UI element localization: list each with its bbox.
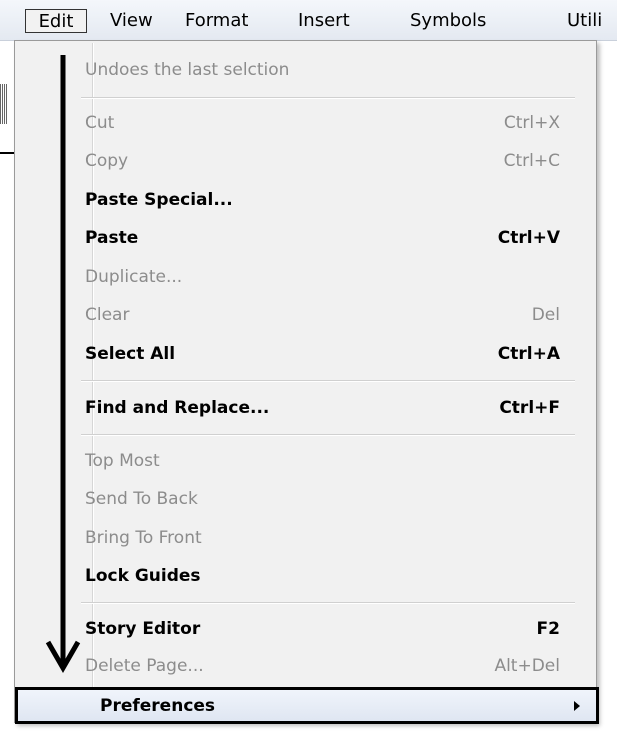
menu-item-label: Bring To Front [85, 528, 202, 548]
menu-utilities[interactable]: Utili [567, 11, 602, 31]
menu-item-bring-to-front[interactable]: Bring To Front [81, 520, 578, 556]
menu-item-label: Send To Back [85, 489, 198, 509]
menu-item-shortcut: Ctrl+C [503, 151, 560, 171]
menu-item-paste[interactable]: Paste Ctrl+V [81, 220, 578, 256]
menu-format[interactable]: Format [185, 11, 248, 31]
menu-item-shortcut: Ctrl+F [499, 398, 560, 418]
menu-item-send-to-back[interactable]: Send To Back [81, 481, 578, 517]
menu-separator [81, 380, 575, 382]
menu-item-select-all[interactable]: Select All Ctrl+A [81, 336, 578, 372]
menu-item-shortcut: Ctrl+X [503, 113, 560, 133]
menu-item-delete-page[interactable]: Delete Page... Alt+Del [81, 648, 578, 684]
menu-item-label: Delete Page... [85, 656, 204, 676]
menu-separator [81, 602, 575, 604]
menu-item-label: Copy [85, 151, 129, 171]
document-ruler [0, 84, 8, 124]
menu-bar: Edit View Format Insert Symbols Utili [0, 0, 617, 41]
menu-item-label: Story Editor [85, 619, 201, 639]
menu-view[interactable]: View [110, 11, 153, 31]
menu-symbols[interactable]: Symbols [410, 11, 486, 31]
menu-item-copy[interactable]: Copy Ctrl+C [81, 143, 578, 179]
menu-item-shortcut: Ctrl+A [497, 344, 560, 364]
menu-item-undo[interactable]: Undoes the last selction [81, 52, 578, 88]
menu-item-label: Paste Special... [85, 190, 233, 210]
menu-item-duplicate[interactable]: Duplicate... [81, 259, 578, 295]
menu-item-label: Lock Guides [85, 566, 201, 586]
menu-item-label: Preferences [100, 696, 216, 716]
menu-item-label: Duplicate... [85, 267, 183, 287]
menu-item-preferences[interactable]: Preferences [15, 687, 599, 724]
menu-item-label: Find and Replace... [85, 398, 270, 418]
menu-item-label: Select All [85, 344, 176, 364]
menu-item-paste-special[interactable]: Paste Special... [81, 182, 578, 218]
menu-item-label: Cut [85, 113, 115, 133]
menu-item-shortcut: Alt+Del [494, 656, 560, 676]
menu-item-shortcut: F2 [536, 619, 560, 639]
menu-item-shortcut: Del [531, 305, 560, 325]
menu-edit[interactable]: Edit [25, 9, 87, 33]
screenshot-stage: Edit View Format Insert Symbols Utili Un… [0, 0, 617, 732]
menu-item-find-replace[interactable]: Find and Replace... Ctrl+F [81, 390, 578, 426]
menu-item-shortcut: Ctrl+V [497, 228, 560, 248]
menu-separator [81, 97, 575, 99]
menu-item-top-most[interactable]: Top Most [81, 443, 578, 479]
menu-item-clear[interactable]: Clear Del [81, 297, 578, 333]
menu-item-undo-label: Undoes the last selction [85, 60, 290, 80]
submenu-arrow-icon [574, 701, 580, 711]
menu-item-label: Paste [85, 228, 139, 248]
menu-item-label: Top Most [85, 451, 160, 471]
menu-separator [81, 434, 575, 436]
menu-insert[interactable]: Insert [298, 11, 350, 31]
menu-item-cut[interactable]: Cut Ctrl+X [81, 105, 578, 141]
menu-item-story-editor[interactable]: Story Editor F2 [81, 611, 578, 647]
menu-item-label: Clear [85, 305, 130, 325]
menu-item-lock-guides[interactable]: Lock Guides [81, 558, 578, 594]
